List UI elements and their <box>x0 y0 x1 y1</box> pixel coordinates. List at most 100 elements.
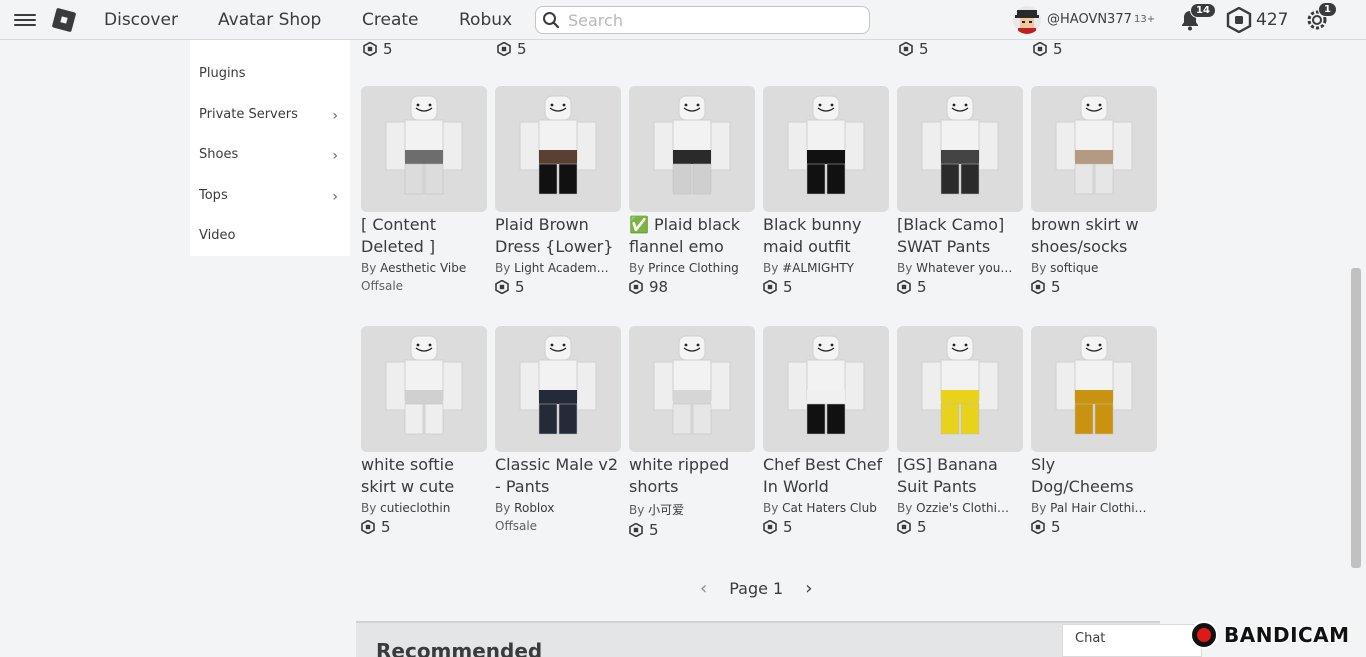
item-name[interactable]: white ripped shorts <box>629 454 755 498</box>
nav-discover[interactable]: Discover <box>104 10 178 30</box>
recorder-label: BANDICAM <box>1224 623 1350 647</box>
sidebar-item-shoes[interactable]: Shoes › <box>199 147 344 164</box>
recommended-section: Recommended <box>356 621 1160 657</box>
sidebar-item-label: Private Servers <box>199 107 298 122</box>
username[interactable]: @HAOVN377 <box>1047 12 1132 27</box>
nav-create[interactable]: Create <box>362 10 419 30</box>
item-name[interactable]: [Black Camo] SWAT Pants <box>897 214 1023 258</box>
catalog-item-card[interactable]: Black bunny maid outfit By #ALMIGHTY 5 <box>763 86 889 296</box>
catalog-item-card[interactable]: Sly Dog/Cheems By Pal Hair Clothi… 5 <box>1031 326 1157 536</box>
catalog-item-card[interactable]: Classic Male v2 - Pants By Roblox Offsale <box>495 326 621 533</box>
item-name[interactable]: Black bunny maid outfit <box>763 214 889 258</box>
item-price: 5 <box>763 518 889 536</box>
creator-link[interactable]: Prince Clothing <box>648 261 739 275</box>
catalog-item-card[interactable]: [GS] Banana Suit Pants By Ozzie's Clothi…… <box>897 326 1023 536</box>
user-avatar[interactable] <box>1013 6 1041 34</box>
item-thumbnail-image <box>385 95 463 195</box>
sidebar-item-private-servers[interactable]: Private Servers › <box>199 107 344 124</box>
item-creator: By Whatever you… <box>897 261 1013 275</box>
item-name[interactable]: Chef Best Chef In World <box>763 454 889 498</box>
chevron-right-icon: › <box>332 189 338 205</box>
catalog-item-card[interactable]: Chef Best Chef In World By Cat Haters Clu… <box>763 326 889 536</box>
creator-link[interactable]: cutieclothin <box>380 501 450 515</box>
catalog-item-card[interactable]: [Black Camo] SWAT Pants By Whatever you… 5 <box>897 86 1023 296</box>
catalog-item-card[interactable]: Plaid Brown Dress {Lower} By Light Academ… <box>495 86 621 296</box>
nav-avatar-shop[interactable]: Avatar Shop <box>218 10 321 30</box>
item-creator: By Roblox <box>495 501 555 515</box>
robux-icon <box>1033 42 1047 56</box>
previous-page-chevron-icon[interactable]: ‹ <box>700 578 707 599</box>
item-name[interactable]: Sly Dog/Cheems <box>1031 454 1157 498</box>
item-name[interactable]: white softie skirt w cute <box>361 454 487 498</box>
next-page-chevron-icon[interactable]: › <box>805 578 812 599</box>
item-thumbnail-image <box>787 335 865 435</box>
top-navigation-bar: Discover Avatar Shop Create Robux @HAOVN… <box>0 0 1366 40</box>
chevron-right-icon: › <box>332 148 338 164</box>
roblox-logo-icon[interactable] <box>51 7 77 33</box>
item-thumbnail[interactable] <box>629 86 755 212</box>
creator-link[interactable]: Whatever you… <box>916 261 1012 275</box>
item-creator: By 小可爱 <box>629 503 685 517</box>
creator-link[interactable]: Ozzie's Clothi… <box>916 501 1009 515</box>
creator-link[interactable]: 小可爱 <box>648 503 684 517</box>
item-name[interactable]: Classic Male v2 - Pants <box>495 454 621 498</box>
item-thumbnail[interactable] <box>1031 86 1157 212</box>
item-thumbnail-image <box>787 95 865 195</box>
nav-robux[interactable]: Robux <box>459 10 512 30</box>
creator-link[interactable]: softique <box>1050 261 1098 275</box>
item-thumbnail[interactable] <box>495 86 621 212</box>
item-price: 5 <box>1031 278 1157 296</box>
item-name[interactable]: [GS] Banana Suit Pants <box>897 454 1023 498</box>
item-thumbnail[interactable] <box>361 326 487 452</box>
item-thumbnail[interactable] <box>361 86 487 212</box>
robux-balance[interactable]: 427 <box>1256 10 1288 30</box>
item-price: 5 <box>899 40 929 58</box>
age-label: 13+ <box>1134 14 1156 25</box>
catalog-item-card[interactable]: white softie skirt w cute By cutieclothin… <box>361 326 487 536</box>
item-price: 5 <box>629 521 755 539</box>
item-thumbnail[interactable] <box>897 326 1023 452</box>
item-thumbnail-image <box>519 95 597 195</box>
catalog-item-card[interactable]: [ Content Deleted ] By Aesthetic Vibe Offs… <box>361 86 487 293</box>
chat-button[interactable]: Chat <box>1062 624 1202 657</box>
item-price: 5 <box>897 278 1023 296</box>
item-name[interactable]: [ Content Deleted ] <box>361 214 487 258</box>
catalog-item-card[interactable]: ✅ Plaid black flannel emo By Prince Cloth… <box>629 86 755 296</box>
creator-link[interactable]: Aesthetic Vibe <box>380 261 466 275</box>
creator-link[interactable]: Roblox <box>514 501 554 515</box>
catalog-item-card[interactable]: white ripped shorts By 小可爱 5 <box>629 326 755 539</box>
item-thumbnail[interactable] <box>897 86 1023 212</box>
creator-link[interactable]: Light Academ… <box>514 261 608 275</box>
catalog-item-card[interactable]: brown skirt w shoes/socks By softique 5 <box>1031 86 1157 296</box>
item-thumbnail[interactable] <box>763 86 889 212</box>
search-input[interactable] <box>568 9 858 31</box>
item-creator: By Ozzie's Clothi… <box>897 501 1009 515</box>
pagination: ‹ Page 1 › <box>700 578 812 599</box>
page-indicator: Page 1 <box>729 579 784 598</box>
item-thumbnail[interactable] <box>1031 326 1157 452</box>
sidebar-item-plugins[interactable]: Plugins <box>199 66 344 81</box>
robux-icon <box>497 42 511 56</box>
chevron-right-icon: › <box>332 108 338 124</box>
bandicam-watermark: BANDICAM <box>1190 620 1350 650</box>
sidebar-item-tops[interactable]: Tops › <box>199 188 344 205</box>
item-thumbnail[interactable] <box>629 326 755 452</box>
item-thumbnail-image <box>1055 335 1133 435</box>
search-box[interactable] <box>535 6 870 34</box>
item-price: 5 <box>495 278 621 296</box>
creator-link[interactable]: #ALMIGHTY <box>782 261 854 275</box>
item-name[interactable]: brown skirt w shoes/socks <box>1031 214 1157 258</box>
robux-icon <box>763 520 777 534</box>
sidebar-item-video[interactable]: Video <box>199 228 344 243</box>
hamburger-menu-icon[interactable] <box>14 11 36 29</box>
item-thumbnail[interactable] <box>495 326 621 452</box>
item-thumbnail-image <box>921 95 999 195</box>
item-thumbnail[interactable] <box>763 326 889 452</box>
creator-link[interactable]: Pal Hair Clothi… <box>1050 501 1146 515</box>
scrollbar-thumb[interactable] <box>1351 268 1361 568</box>
item-name[interactable]: Plaid Brown Dress {Lower} <box>495 214 621 258</box>
item-name[interactable]: ✅ Plaid black flannel emo <box>629 214 755 258</box>
robux-icon[interactable] <box>1226 7 1252 33</box>
creator-link[interactable]: Cat Haters Club <box>782 501 877 515</box>
offsale-label: Offsale <box>361 279 404 293</box>
